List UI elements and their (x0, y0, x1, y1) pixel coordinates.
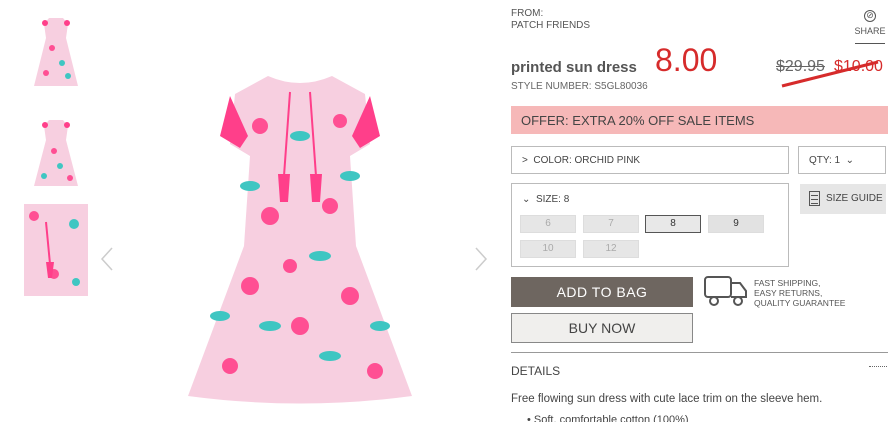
qty-selector[interactable]: QTY: 1 ⌄ (798, 146, 886, 174)
details-divider (511, 352, 888, 353)
details-toggle[interactable]: DETAILS (511, 364, 560, 378)
sale-price: 8.00 (655, 42, 718, 78)
share-label: SHARE (854, 26, 886, 36)
size-guide-label: SIZE GUIDE (826, 193, 883, 204)
share-divider (855, 43, 885, 44)
share-button[interactable]: ⊘ SHARE (852, 10, 888, 36)
qty-label: QTY: 1 (809, 155, 841, 166)
chevron-down-icon: ⌄ (840, 155, 855, 166)
offer-banner: OFFER: EXTRA 20% OFF SALE ITEMS (511, 106, 888, 134)
dress-image (188, 76, 412, 404)
add-to-bag-button[interactable]: ADD TO BAG (511, 277, 693, 307)
thumbnail-back[interactable] (24, 106, 88, 194)
shipping-line-2: EASY RETURNS, (754, 288, 823, 298)
size-option-9[interactable]: 9 (708, 215, 764, 233)
share-icon: ⊘ (864, 10, 876, 22)
size-option-8[interactable]: 8 (645, 215, 701, 233)
color-label: COLOR: ORCHID PINK (533, 155, 641, 166)
color-selector[interactable]: > COLOR: ORCHID PINK (511, 146, 789, 174)
chevron-down-icon: ⌄ (522, 194, 536, 205)
size-label: SIZE: 8 (535, 194, 570, 205)
dress-detail-thumbnail-image (24, 204, 88, 296)
price-strike-mark (781, 60, 879, 88)
size-option-7[interactable]: 7 (583, 215, 639, 233)
from-label: FROM: (511, 8, 544, 19)
buy-now-button[interactable]: BUY NOW (511, 313, 693, 343)
details-description: Free flowing sun dress with cute lace tr… (511, 393, 823, 405)
shipping-info: FAST SHIPPING, EASY RETURNS, QUALITY GUA… (754, 278, 845, 308)
brand-link[interactable]: PATCH FRIENDS (511, 20, 590, 31)
size-header[interactable]: ⌄ SIZE: 8 (522, 194, 569, 205)
thumbnail-front[interactable] (24, 8, 88, 96)
dress-thumbnail-back-image (34, 120, 78, 186)
truck-icon (704, 276, 747, 306)
main-product-image (100, 26, 490, 422)
size-option-10[interactable]: 10 (520, 240, 576, 258)
product-title: printed sun dress (511, 59, 637, 76)
size-option-12[interactable]: 12 (583, 240, 639, 258)
document-icon (809, 191, 820, 206)
prev-image-arrow[interactable] (100, 246, 116, 272)
size-selector: ⌄ SIZE: 8 6 7 8 9 10 12 (511, 183, 789, 267)
details-bullet: • Soft, comfortable cotton (100%) (527, 414, 689, 422)
thumbnail-detail[interactable] (24, 204, 88, 296)
shipping-line-3: QUALITY GUARANTEE (754, 298, 846, 308)
dress-thumbnail-image (34, 18, 78, 86)
shipping-line-1: FAST SHIPPING, (754, 278, 821, 288)
details-dots (869, 366, 887, 367)
next-image-arrow[interactable] (474, 246, 490, 272)
chevron-right-icon: > (522, 155, 534, 166)
size-guide-button[interactable]: SIZE GUIDE (800, 184, 886, 214)
size-option-6[interactable]: 6 (520, 215, 576, 233)
style-number: STYLE NUMBER: S5GL80036 (511, 81, 648, 92)
